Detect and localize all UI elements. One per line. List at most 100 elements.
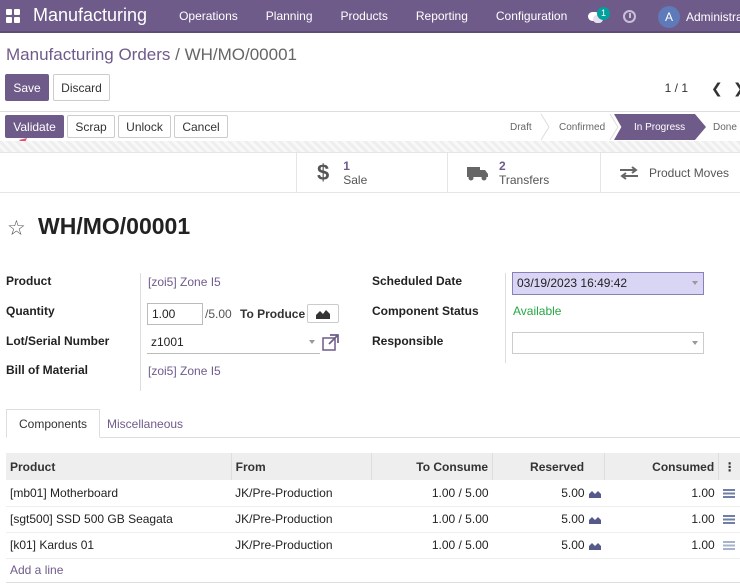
table-row[interactable]: [mb01] Motherboard JK/Pre-Production 1.0… xyxy=(6,480,740,507)
top-navbar: Manufacturing Operations Planning Produc… xyxy=(0,0,740,33)
favorite-star-icon[interactable]: ☆ xyxy=(7,216,26,241)
column-header-to-consume[interactable]: To Consume xyxy=(371,453,494,480)
field-divider xyxy=(140,273,141,391)
discard-button[interactable]: Discard xyxy=(53,74,110,101)
validate-button[interactable]: Validate xyxy=(5,115,64,138)
forecast-button[interactable] xyxy=(307,304,339,323)
exchange-icon xyxy=(620,166,638,180)
row-consumed[interactable]: 1.00 xyxy=(604,506,719,533)
row-reserved: 5.00 xyxy=(561,512,585,526)
smart-buttons-bar: $ 1 Sale 2 Transfers Product Moves xyxy=(0,153,740,193)
menu-planning[interactable]: Planning xyxy=(252,0,327,32)
row-product: [mb01] Motherboard xyxy=(6,480,232,507)
lot-serial-input[interactable]: z1001 xyxy=(147,332,320,354)
activity-clock-icon[interactable] xyxy=(623,10,636,23)
table-header-row: Product From To Consume Reserved Consume… xyxy=(6,453,740,480)
column-options-icon[interactable]: ⋮ xyxy=(718,453,740,480)
user-name[interactable]: Administrator xyxy=(686,10,740,24)
scheduled-date-input[interactable]: 03/19/2023 16:49:42 xyxy=(512,272,704,295)
transfers-smart-button[interactable]: 2 Transfers xyxy=(447,153,600,193)
field-divider xyxy=(505,273,506,363)
detailed-operations-icon[interactable] xyxy=(723,541,736,551)
row-details-cell xyxy=(718,506,740,533)
unlock-button[interactable]: Unlock xyxy=(118,115,171,138)
row-from: JK/Pre-Production xyxy=(231,532,372,559)
bom-label: Bill of Material xyxy=(6,363,89,377)
chevron-down-icon xyxy=(692,281,698,285)
responsible-input[interactable] xyxy=(512,332,704,354)
avatar[interactable]: A xyxy=(658,5,680,28)
responsible-label: Responsible xyxy=(372,334,444,348)
sale-smart-button[interactable]: $ 1 Sale xyxy=(296,153,447,193)
row-reserved: 5.00 xyxy=(561,538,585,552)
row-consumed[interactable]: 1.00 xyxy=(604,480,719,507)
row-to-consume: 1.00 / 5.00 xyxy=(371,506,493,533)
column-header-from[interactable]: From xyxy=(231,453,372,480)
row-reserved-cell: 5.00 xyxy=(492,480,605,507)
breadcrumb-current: WH/MO/00001 xyxy=(184,45,298,64)
apps-menu-icon[interactable] xyxy=(6,8,20,23)
breadcrumb-parent[interactable]: Manufacturing Orders xyxy=(6,45,170,64)
sale-label: Sale xyxy=(343,173,368,187)
pager-next-icon[interactable]: ❯ xyxy=(733,80,740,97)
stage-confirmed[interactable]: Confirmed xyxy=(559,114,605,140)
row-details-cell xyxy=(718,532,740,559)
bom-value-link[interactable]: [zoi5] Zone I5 xyxy=(148,364,221,378)
menu-configuration[interactable]: Configuration xyxy=(482,0,581,32)
stage-draft[interactable]: Draft xyxy=(510,114,532,140)
cancel-button[interactable]: Cancel xyxy=(174,115,228,138)
row-details-cell xyxy=(718,480,740,507)
product-label: Product xyxy=(6,274,52,288)
divider xyxy=(0,111,740,112)
area-chart-icon[interactable] xyxy=(588,516,601,524)
tab-miscellaneous[interactable]: Miscellaneous xyxy=(95,409,195,438)
breadcrumb-separator: / xyxy=(170,45,185,64)
table-row[interactable]: [sgt500] SSD 500 GB Seagata JK/Pre-Produ… xyxy=(6,506,740,533)
quantity-input[interactable]: 1.00 xyxy=(147,303,203,325)
app-brand[interactable]: Manufacturing xyxy=(33,5,147,26)
chat-icon[interactable]: 1 xyxy=(587,6,611,27)
record-title: WH/MO/00001 xyxy=(38,213,191,239)
row-from: JK/Pre-Production xyxy=(231,480,372,507)
column-header-reserved[interactable]: Reserved xyxy=(492,453,606,480)
pager-prev-icon[interactable]: ❮ xyxy=(711,80,723,97)
menu-reporting[interactable]: Reporting xyxy=(402,0,482,32)
tab-components[interactable]: Components xyxy=(6,409,101,438)
detailed-operations-icon[interactable] xyxy=(723,515,736,525)
lot-serial-value: z1001 xyxy=(151,335,184,349)
transfers-label: Transfers xyxy=(499,173,550,187)
column-header-consumed[interactable]: Consumed xyxy=(604,453,720,480)
truck-icon xyxy=(467,167,488,181)
statusbar-band xyxy=(0,141,740,153)
column-header-product[interactable]: Product xyxy=(6,453,232,480)
quantity-total: /5.00 xyxy=(205,307,232,321)
area-chart-icon[interactable] xyxy=(588,542,601,550)
area-chart-icon xyxy=(316,309,330,319)
row-from: JK/Pre-Production xyxy=(231,506,372,533)
component-status-label: Component Status xyxy=(372,304,479,318)
row-reserved-cell: 5.00 xyxy=(492,532,605,559)
menu-products[interactable]: Products xyxy=(327,0,402,32)
stage-in-progress[interactable]: In Progress xyxy=(614,114,706,140)
stage-done[interactable]: Done xyxy=(713,114,737,140)
add-line-link[interactable]: Add a line xyxy=(10,563,63,577)
product-moves-label: Product Moves xyxy=(649,166,730,180)
row-to-consume: 1.00 / 5.00 xyxy=(371,480,493,507)
pager-value[interactable]: 1 / 1 xyxy=(665,81,688,95)
breadcrumb: Manufacturing Orders / WH/MO/00001 xyxy=(6,45,297,65)
product-value-link[interactable]: [zoi5] Zone I5 xyxy=(148,275,221,289)
menu-operations[interactable]: Operations xyxy=(165,0,252,32)
row-consumed[interactable]: 1.00 xyxy=(604,532,719,559)
lot-serial-label: Lot/Serial Number xyxy=(6,334,110,348)
save-button[interactable]: Save xyxy=(5,74,49,101)
external-link-icon[interactable] xyxy=(322,334,339,351)
area-chart-icon[interactable] xyxy=(588,490,601,498)
stage-separator xyxy=(540,114,550,140)
detailed-operations-icon[interactable] xyxy=(723,489,736,499)
chevron-down-icon xyxy=(692,341,698,345)
row-product: [k01] Kardus 01 xyxy=(6,532,232,559)
product-moves-smart-button[interactable]: Product Moves xyxy=(600,153,740,193)
scheduled-date-value: 03/19/2023 16:49:42 xyxy=(517,276,628,290)
scrap-button[interactable]: Scrap xyxy=(67,115,115,138)
table-row[interactable]: [k01] Kardus 01 JK/Pre-Production 1.00 /… xyxy=(6,532,740,559)
